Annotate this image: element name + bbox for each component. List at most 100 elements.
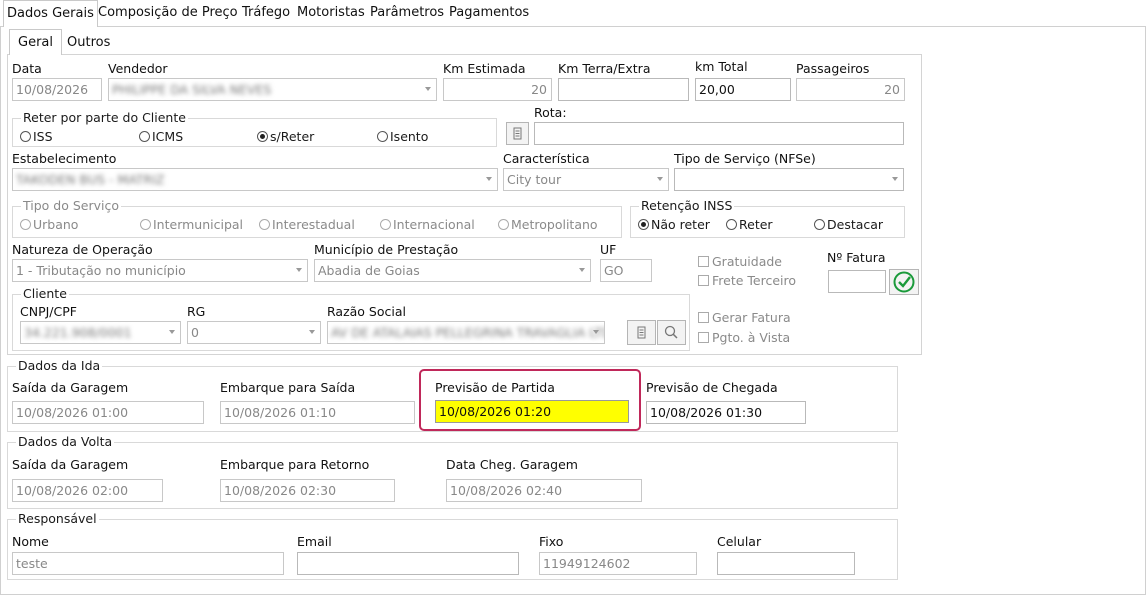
cliente-list-button[interactable] — [627, 320, 656, 345]
email-label: Email — [297, 534, 332, 549]
tab-pagamentos[interactable]: Pagamentos — [446, 0, 532, 26]
natureza-label: Natureza de Operação — [12, 242, 153, 257]
tab-parametros[interactable]: Parâmetros — [367, 0, 447, 26]
radio-dot-selected — [257, 131, 268, 142]
radio-dot — [377, 131, 388, 142]
volta-cheg-garagem-field[interactable]: 10/08/2026 02:40 — [446, 479, 642, 502]
radio-nao-reter[interactable]: Não reter — [638, 217, 710, 232]
tipo-servico-nfse-select[interactable] — [674, 168, 904, 191]
subtab-geral[interactable]: Geral — [9, 29, 62, 55]
razao-label: Razão Social — [327, 304, 406, 319]
nome-field[interactable]: teste — [12, 552, 284, 575]
frete-terceiro-checkbox[interactable]: Frete Terceiro — [698, 273, 796, 288]
ida-embarque-label: Embarque para Saída — [220, 380, 356, 395]
gratuidade-checkbox[interactable]: Gratuidade — [698, 254, 782, 269]
chevron-down-icon — [309, 330, 315, 334]
gerar-fatura-checkbox[interactable]: Gerar Fatura — [698, 310, 791, 325]
municipio-select[interactable]: Abadia de Goias — [314, 259, 591, 282]
radio-dot — [20, 131, 31, 142]
nome-label: Nome — [12, 534, 49, 549]
nro-fatura-field[interactable] — [828, 270, 886, 293]
vendedor-label: Vendedor — [108, 61, 168, 76]
check-circle-icon — [893, 271, 915, 293]
reter-title: Reter por parte do Cliente — [21, 110, 188, 125]
radio-interestadual[interactable]: Interestadual — [259, 217, 355, 232]
rg-select[interactable]: 0 — [187, 321, 321, 344]
km-terra-field[interactable] — [558, 78, 689, 101]
ida-prev-chegada-field[interactable]: 10/08/2026 01:30 — [646, 401, 806, 424]
chevron-down-icon — [169, 330, 175, 334]
passageiros-field[interactable]: 20 — [796, 78, 905, 101]
radio-sreter[interactable]: s/Reter — [257, 129, 314, 144]
fixo-label: Fixo — [539, 534, 564, 549]
volta-cheg-garagem-label: Data Cheg. Garagem — [446, 457, 578, 472]
chevron-down-icon — [425, 87, 431, 91]
radio-internacional[interactable]: Internacional — [380, 217, 475, 232]
km-terra-label: Km Terra/Extra — [558, 61, 651, 76]
confirm-fatura-button[interactable] — [889, 269, 919, 295]
chevron-down-icon — [579, 268, 585, 272]
ida-prev-chegada-label: Previsão de Chegada — [646, 380, 778, 395]
volta-embarque-label: Embarque para Retorno — [220, 457, 370, 472]
uf-field[interactable]: GO — [600, 259, 652, 282]
radio-iss[interactable]: ISS — [20, 129, 53, 144]
tab-trafego[interactable]: Tráfego — [239, 0, 293, 26]
tab-composicao-preco[interactable]: Composição de Preço — [95, 0, 241, 26]
chevron-down-icon — [892, 177, 898, 181]
estabelecimento-select[interactable]: TAKODEN BUS - MATRIZ — [12, 168, 498, 191]
caracteristica-value: City tour — [507, 172, 562, 187]
rota-field[interactable] — [534, 122, 904, 145]
radio-isento[interactable]: Isento — [377, 129, 428, 144]
vendedor-select[interactable]: PHILIPPE DA SILVA NEVES — [108, 78, 437, 101]
cliente-search-button[interactable] — [657, 320, 686, 345]
checkbox-box — [698, 332, 709, 343]
estabelecimento-value: TAKODEN BUS - MATRIZ — [16, 172, 165, 187]
estabelecimento-label: Estabelecimento — [12, 151, 117, 166]
tab-dados-gerais[interactable]: Dados Gerais — [3, 0, 98, 27]
fixo-field[interactable]: 11949124602 — [539, 552, 697, 575]
km-total-field[interactable]: 20,00 — [695, 78, 791, 101]
caracteristica-select[interactable]: City tour — [503, 168, 669, 191]
natureza-select[interactable]: 1 - Tributação no município — [12, 259, 308, 282]
radio-icms[interactable]: ICMS — [139, 129, 183, 144]
data-field[interactable]: 10/08/2026 — [12, 78, 102, 101]
radio-destacar[interactable]: Destacar — [814, 217, 883, 232]
checkbox-box — [698, 312, 709, 323]
ida-title: Dados da Ida — [16, 358, 103, 373]
responsavel-title: Responsável — [16, 511, 99, 526]
radio-metropolitano[interactable]: Metropolitano — [498, 217, 598, 232]
cnpj-select[interactable]: 34.221.908/0001 — [20, 321, 181, 344]
celular-field[interactable] — [717, 552, 855, 575]
checkbox-box — [698, 256, 709, 267]
ida-prev-partida-field[interactable]: 10/08/2026 01:20 — [435, 400, 629, 423]
rg-label: RG — [187, 304, 206, 319]
cliente-title: Cliente — [21, 286, 69, 301]
radio-dot — [259, 219, 270, 230]
email-field[interactable] — [297, 552, 519, 575]
volta-title: Dados da Volta — [16, 434, 115, 449]
nro-fatura-label: Nº Fatura — [827, 250, 886, 265]
volta-saida-garagem-field[interactable]: 10/08/2026 02:00 — [12, 479, 163, 502]
radio-reter[interactable]: Reter — [726, 217, 773, 232]
uf-label: UF — [600, 242, 617, 257]
radio-dot — [726, 219, 737, 230]
tab-motoristas[interactable]: Motoristas — [294, 0, 368, 26]
municipio-label: Município de Prestação — [314, 242, 459, 257]
radio-dot — [140, 219, 151, 230]
razao-select[interactable]: AV DE ATALAIAS PELLEGRINA TRAVAGLIA LTDA — [327, 321, 605, 344]
subtab-outros[interactable]: Outros — [63, 30, 114, 56]
radio-dot — [139, 131, 150, 142]
volta-embarque-field[interactable]: 10/08/2026 02:30 — [220, 479, 395, 502]
radio-urbano[interactable]: Urbano — [20, 217, 78, 232]
list-icon — [513, 127, 522, 140]
pgto-vista-checkbox[interactable]: Pgto. à Vista — [698, 330, 790, 345]
km-estimada-field[interactable]: 20 — [443, 78, 552, 101]
cnpj-value: 34.221.908/0001 — [24, 325, 132, 340]
rota-list-button[interactable] — [506, 122, 529, 145]
chevron-down-icon — [593, 330, 599, 334]
search-icon — [664, 325, 678, 339]
rg-value: 0 — [191, 325, 199, 340]
radio-intermunicipal[interactable]: Intermunicipal — [140, 217, 243, 232]
ida-saida-garagem-field[interactable]: 10/08/2026 01:00 — [12, 401, 204, 424]
ida-embarque-field[interactable]: 10/08/2026 01:10 — [220, 401, 415, 424]
